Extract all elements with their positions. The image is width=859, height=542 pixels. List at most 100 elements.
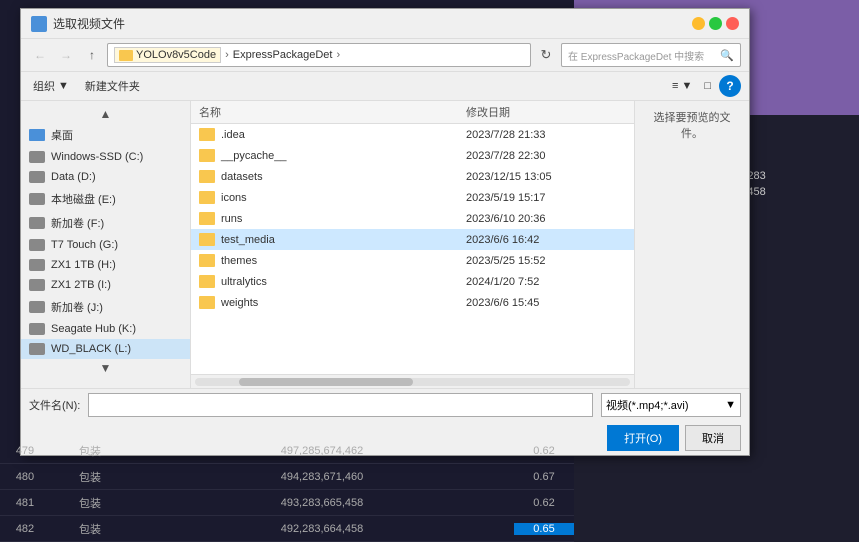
- table-cell: 包装: [50, 521, 130, 537]
- title-bar: 选取视频文件: [21, 9, 749, 39]
- folder-icon-themes: [199, 254, 215, 267]
- breadcrumb-sep: ›: [225, 49, 229, 61]
- file-date-weights: 2023/6/6 15:45: [466, 297, 626, 309]
- sidebar-icon-new-j: [29, 301, 45, 313]
- view-button[interactable]: ≡ ▼: [668, 78, 696, 94]
- file-item-themes[interactable]: themes 2023/5/25 15:52: [191, 250, 634, 271]
- organize-button[interactable]: 组织 ▼: [29, 76, 73, 96]
- cancel-button[interactable]: 取消: [685, 425, 741, 451]
- col-name-header: 名称: [199, 104, 466, 120]
- sidebar-item-seagate-k[interactable]: Seagate Hub (K:): [21, 319, 190, 339]
- sidebar-item-zx1-1tb-h[interactable]: ZX1 1TB (H:): [21, 255, 190, 275]
- file-label-datasets: datasets: [221, 171, 263, 183]
- file-item-__pycache__[interactable]: __pycache__2023/7/28 22:30: [191, 145, 634, 166]
- sidebar-label-seagate-k: Seagate Hub (K:): [51, 323, 136, 335]
- search-bar[interactable]: 在 ExpressPackageDet 中搜索 🔍: [561, 43, 741, 67]
- file-item-icons[interactable]: icons2023/5/19 15:17: [191, 187, 634, 208]
- background-table: 479包装497,285,674,4620.62480包装494,283,671…: [0, 438, 574, 542]
- filename-label: 文件名(N):: [29, 397, 80, 413]
- sidebar-item-desktop[interactable]: 桌面: [21, 123, 190, 147]
- table-cell: 包装: [50, 443, 130, 459]
- file-name-.idea: .idea: [199, 128, 466, 141]
- ymin-value: 283: [747, 170, 765, 182]
- new-folder-label: 新建文件夹: [85, 78, 140, 94]
- file-name-icons: icons: [199, 191, 466, 204]
- back-button[interactable]: ←: [29, 44, 51, 66]
- table-cell: 481: [0, 497, 50, 509]
- sidebar-item-windows-ssd[interactable]: Windows-SSD (C:): [21, 147, 190, 167]
- refresh-button[interactable]: ↻: [535, 44, 557, 66]
- breadcrumb-path1: YOLOv8v5Code: [136, 49, 216, 61]
- help-button[interactable]: ?: [719, 75, 741, 97]
- folder-view-button[interactable]: □: [700, 78, 715, 94]
- up-icon: ↑: [89, 48, 95, 62]
- sidebar-icon-zx1-2tb-i: [29, 279, 45, 291]
- scroll-track: [195, 378, 630, 386]
- file-date-datasets: 2023/12/15 13:05: [466, 171, 626, 183]
- file-date-icons: 2023/5/19 15:17: [466, 192, 626, 204]
- filename-input[interactable]: [88, 393, 593, 417]
- file-item-weights[interactable]: weights2023/6/6 15:45: [191, 292, 634, 313]
- up-button[interactable]: ↑: [81, 44, 103, 66]
- file-dialog: 选取视频文件 ← → ↑ YOLOv8v5Code › ExpressPacka…: [20, 8, 750, 456]
- close-button[interactable]: [726, 17, 739, 30]
- horizontal-scrollbar[interactable]: [191, 374, 634, 388]
- file-item-runs[interactable]: runs2023/6/10 20:36: [191, 208, 634, 229]
- open-button[interactable]: 打开(O): [607, 425, 679, 451]
- window-controls: [692, 17, 739, 30]
- sidebar-icon-t7touch-g: [29, 239, 45, 251]
- folder-icon-__pycache__: [199, 149, 215, 162]
- file-label-ultralytics: ultralytics: [221, 276, 267, 288]
- file-item-.idea[interactable]: .idea2023/7/28 21:33: [191, 124, 634, 145]
- file-item-datasets[interactable]: datasets 2023/12/15 13:05: [191, 166, 634, 187]
- table-cell: 0.65: [514, 523, 574, 535]
- sidebar-item-new-f[interactable]: 新加卷 (F:): [21, 211, 190, 235]
- folder-icon-test_media: [199, 233, 215, 246]
- file-date-themes: 2023/5/25 15:52: [466, 255, 626, 267]
- file-label-themes: themes: [221, 255, 257, 267]
- table-row: 481包装493,283,665,4580.62: [0, 490, 574, 516]
- nav-bar: ← → ↑ YOLOv8v5Code › ExpressPackageDet ›…: [21, 39, 749, 72]
- file-name-runs: runs: [199, 212, 466, 225]
- breadcrumb[interactable]: YOLOv8v5Code › ExpressPackageDet ›: [107, 43, 531, 67]
- sidebar-icon-zx1-1tb-h: [29, 259, 45, 271]
- filetype-label: 视频(*.mp4;*.avi): [606, 397, 689, 413]
- folder-icon-.idea: [199, 128, 215, 141]
- table-cell: 0.67: [514, 471, 574, 483]
- file-name-datasets: datasets: [199, 170, 466, 183]
- view-arrow: ▼: [681, 80, 692, 92]
- sidebar-item-t7touch-g[interactable]: T7 Touch (G:): [21, 235, 190, 255]
- breadcrumb-path2: ExpressPackageDet: [233, 49, 333, 61]
- sidebar-item-zx1-2tb-i[interactable]: ZX1 2TB (I:): [21, 275, 190, 295]
- sidebar-label-desktop: 桌面: [51, 127, 73, 143]
- sidebar-scroll-up[interactable]: ▲: [21, 105, 190, 123]
- forward-button[interactable]: →: [55, 44, 77, 66]
- col-date-header: 修改日期: [466, 104, 626, 120]
- dialog-title: 选取视频文件: [53, 15, 125, 32]
- sidebar-item-wd-black-l[interactable]: WD_BLACK (L:): [21, 339, 190, 359]
- sidebar-item-data-d[interactable]: Data (D:): [21, 167, 190, 187]
- sidebar-icon-local-e: [29, 193, 45, 205]
- sidebar-item-local-e[interactable]: 本地磁盘 (E:): [21, 187, 190, 211]
- file-list-header: 名称 修改日期: [191, 101, 634, 124]
- sidebar-scroll-down[interactable]: ▼: [21, 359, 190, 377]
- file-list: 名称 修改日期 .idea2023/7/28 21:33__pycache__2…: [191, 101, 634, 374]
- sidebar-item-new-j[interactable]: 新加卷 (J:): [21, 295, 190, 319]
- sidebar-label-new-f: 新加卷 (F:): [51, 215, 104, 231]
- minimize-button[interactable]: [692, 17, 705, 30]
- filetype-select[interactable]: 视频(*.mp4;*.avi) ▼: [601, 393, 741, 417]
- file-name-weights: weights: [199, 296, 466, 309]
- table-cell: 493,283,665,458: [130, 497, 514, 509]
- file-item-ultralytics[interactable]: ultralytics2024/1/20 7:52: [191, 271, 634, 292]
- new-folder-button[interactable]: 新建文件夹: [81, 76, 144, 96]
- table-cell: 482: [0, 523, 50, 535]
- file-item-test_media[interactable]: test_media2023/6/6 16:42: [191, 229, 634, 250]
- search-text: 在 ExpressPackageDet 中搜索: [568, 48, 704, 63]
- folder-icon-weights: [199, 296, 215, 309]
- file-name-ultralytics: ultralytics: [199, 275, 466, 288]
- maximize-button[interactable]: [709, 17, 722, 30]
- view-icon: ≡: [672, 80, 678, 92]
- folder-icon: [119, 50, 133, 61]
- table-row: 480包装494,283,671,4600.67: [0, 464, 574, 490]
- table-cell: 0.62: [514, 445, 574, 457]
